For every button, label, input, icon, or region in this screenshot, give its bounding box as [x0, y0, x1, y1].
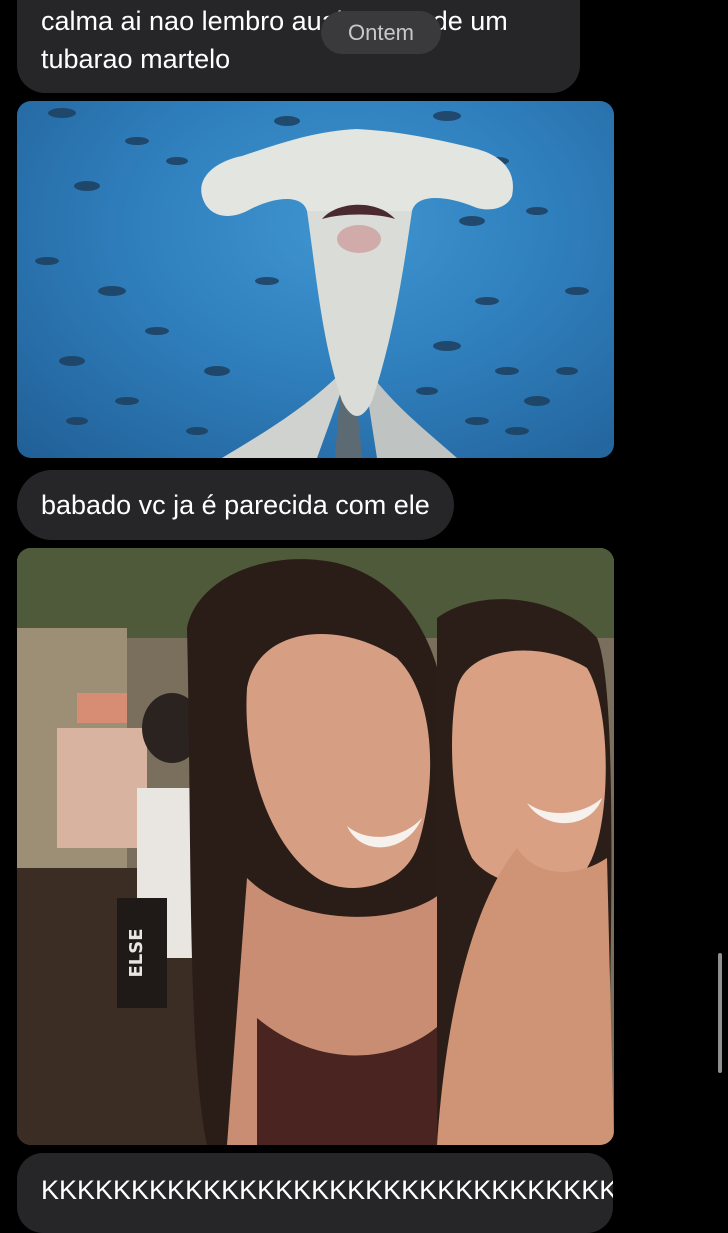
scrollbar[interactable]: [718, 953, 722, 1073]
message-image-shark[interactable]: [17, 101, 614, 458]
message-bubble-1[interactable]: calma ai nao lembro aual a cara de um tu…: [17, 0, 580, 93]
message-bubble-2[interactable]: babado vc ja é parecida com ele: [17, 470, 454, 540]
message-bubble-3[interactable]: KKKKKKKKKKKKKKKKKKKKKKKKKKKKKKKK: [17, 1153, 613, 1233]
message-text-line-2: tubarao martelo: [41, 44, 231, 74]
message-text: babado vc ja é parecida com ele: [41, 490, 430, 520]
shark-photo-illustration: [35, 108, 589, 458]
message-text: KKKKKKKKKKKKKKKKKKKKKKKKKKKKKKKK: [41, 1175, 613, 1205]
svg-text:ELSE: ELSE: [126, 928, 147, 977]
message-image-selfie[interactable]: ELSE: [17, 548, 614, 1145]
else-sign: ELSE: [117, 898, 167, 1008]
timestamp-pill: Ontem: [321, 11, 441, 54]
message-text-line-1: calma ai nao lembro aual a cara de um: [41, 6, 508, 36]
selfie-photo-illustration: ELSE: [17, 548, 614, 1145]
